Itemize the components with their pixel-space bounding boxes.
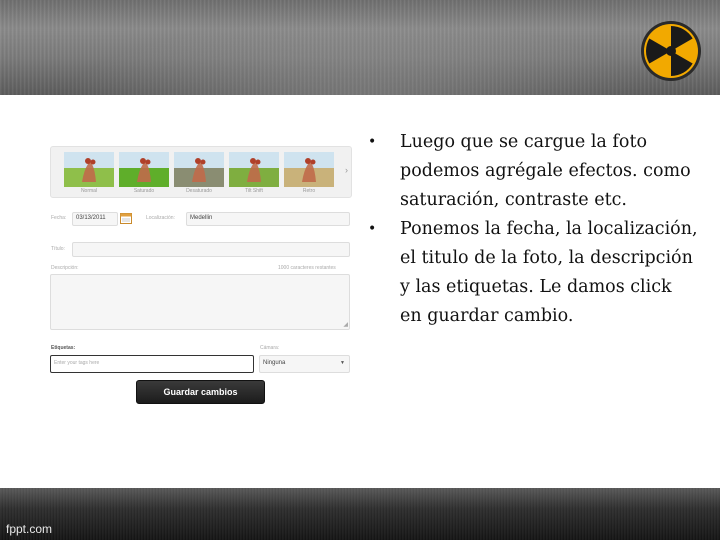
header-shade: [0, 0, 720, 95]
date-label: Fecha:: [51, 215, 67, 221]
radiation-logo-icon: [641, 21, 701, 81]
footer-bar: fppt.com: [0, 488, 720, 540]
tags-label: Etiquetas:: [51, 345, 76, 351]
title-label: Título:: [51, 246, 65, 252]
camera-label: Cámara:: [260, 345, 280, 351]
camera-select-value: Ninguna: [263, 360, 286, 366]
filter-thumbnail[interactable]: [174, 152, 224, 187]
bullet-text-2: Ponemos la fecha, la localización, el ti…: [400, 219, 698, 326]
bullet-item: • Luego que se cargue la foto podemos agr…: [368, 128, 698, 215]
filter-label: Tilt Shift: [245, 188, 263, 194]
filter-thumbnail[interactable]: [229, 152, 279, 187]
bullet-dot: •: [368, 134, 377, 150]
filter-thumbnail[interactable]: [284, 152, 334, 187]
photo-editor-screenshot: Normal Saturado Desaturado Tilt Shift Retro …: [48, 142, 356, 412]
location-input[interactable]: Medellin: [186, 212, 350, 226]
next-arrow-icon[interactable]: ›: [345, 165, 348, 175]
filter-label: Saturado: [133, 188, 155, 194]
description-label: Descripción:: [51, 265, 79, 271]
filter-thumbnail[interactable]: [119, 152, 169, 187]
bullet-item: • Ponemos la fecha, la localización, el t…: [368, 215, 698, 331]
location-label: Localización:: [146, 215, 175, 221]
header-bar: [0, 0, 720, 95]
filter-label: Desaturado: [186, 188, 212, 194]
filter-label: Normal: [80, 188, 98, 194]
description-textarea[interactable]: ◢: [50, 274, 350, 330]
date-input[interactable]: 03/13/2011: [72, 212, 118, 226]
filter-thumbnail[interactable]: [64, 152, 114, 187]
tags-input[interactable]: Enter your tags here: [50, 355, 254, 373]
filter-strip: Normal Saturado Desaturado Tilt Shift Retro …: [50, 146, 352, 198]
save-changes-button[interactable]: Guardar cambios: [136, 380, 265, 404]
filter-label: Retro: [302, 188, 316, 194]
calendar-icon[interactable]: [120, 213, 132, 224]
footer-credit[interactable]: fppt.com: [6, 522, 52, 536]
bullet-text-1: Luego que se cargue la foto podemos agré…: [400, 132, 691, 210]
chevron-down-icon: ▼: [340, 360, 345, 366]
title-input[interactable]: [72, 242, 350, 257]
camera-select[interactable]: Ninguna ▼: [259, 355, 350, 373]
bullet-list: • Luego que se cargue la foto podemos agr…: [368, 128, 698, 331]
char-counter: 1000 caracteres restantes: [278, 265, 336, 271]
resize-handle-icon[interactable]: ◢: [343, 321, 348, 328]
bullet-dot: •: [368, 221, 377, 237]
